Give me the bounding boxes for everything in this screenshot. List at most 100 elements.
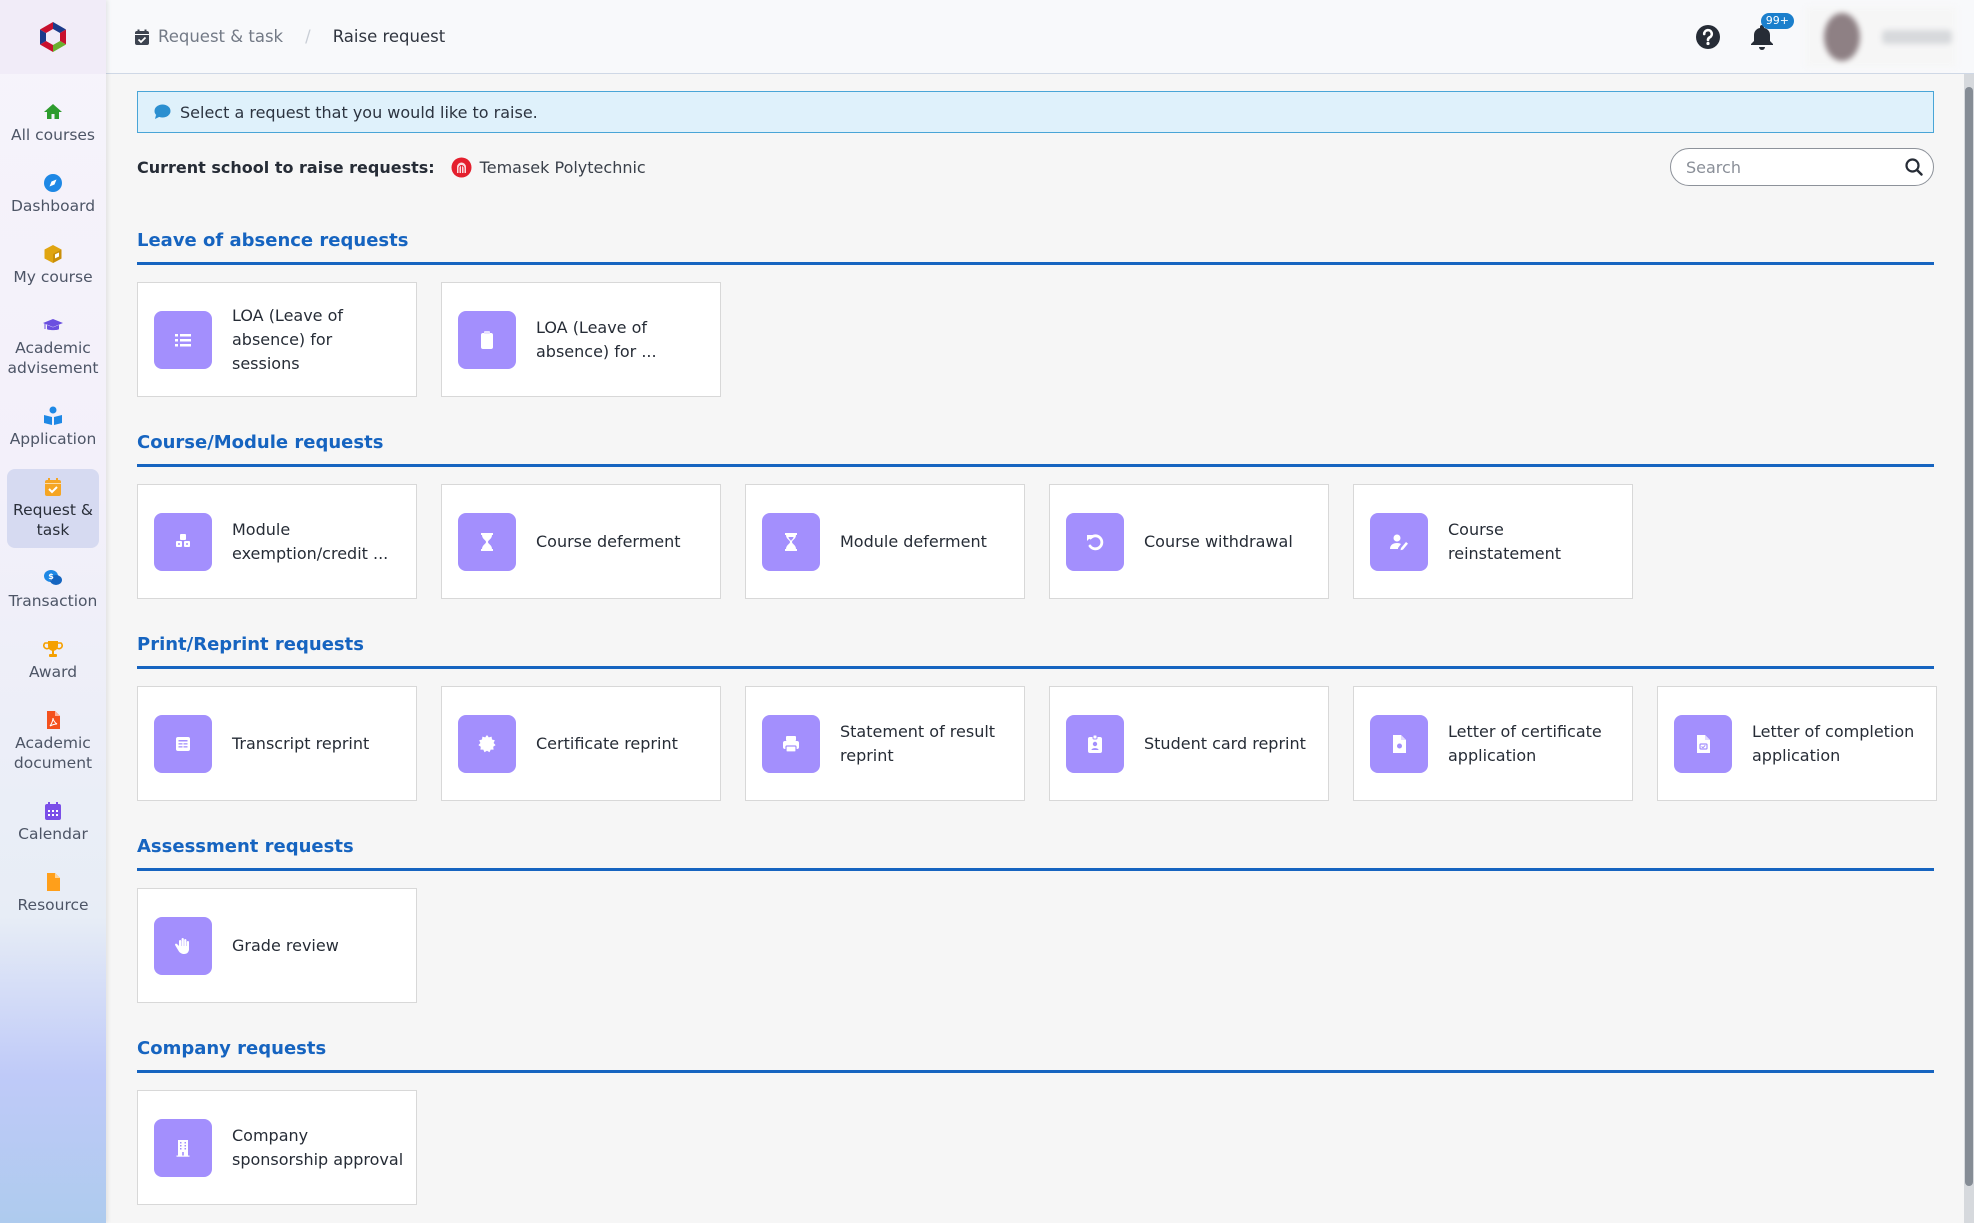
pdf-file-icon (7, 710, 99, 730)
request-cards: Company sponsorship approval (137, 1090, 417, 1205)
request-card-course-withdrawal[interactable]: Course withdrawal (1049, 484, 1329, 599)
current-school-label: Current school to raise requests: (137, 157, 435, 177)
notifications-button[interactable]: 99+ (1746, 12, 1794, 53)
sidebar-item-request-task[interactable]: Request & task (7, 469, 99, 548)
card-label: Company sponsorship approval (232, 1125, 404, 1169)
sidebar-item-label: My course (13, 268, 93, 286)
building-icon (154, 1118, 212, 1177)
sidebar-item-label: Resource (17, 896, 89, 914)
sidebar-item-dashboard[interactable]: Dashboard (7, 165, 99, 224)
request-cards: Module exemption/credit ... Course defer… (137, 484, 1633, 599)
home-icon (7, 102, 99, 122)
breadcrumb-parent[interactable]: Request & task (158, 27, 283, 46)
request-card-loa-sessions[interactable]: LOA (Leave of absence) for sessions (137, 282, 417, 397)
section-print-reprint: Print/Reprint requests Transcript reprin… (137, 633, 1937, 801)
sidebar-item-all-courses[interactable]: All courses (7, 94, 99, 153)
sidebar-item-label: Academic advisement (7, 339, 99, 377)
request-cards: LOA (Leave of absence) for sessions LOA … (137, 282, 721, 397)
reader-icon (7, 406, 99, 426)
sidebar-item-transaction[interactable]: $ Transaction (7, 560, 99, 619)
card-label: Module exemption/credit ... (232, 519, 389, 563)
request-card-loa-other[interactable]: LOA (Leave of absence) for ... (441, 282, 721, 397)
request-card-module-deferment[interactable]: Module deferment (745, 484, 1025, 599)
card-label: Module deferment (840, 531, 987, 551)
trophy-icon (7, 639, 99, 659)
section-divider (137, 1070, 1934, 1073)
card-label: Grade review (232, 935, 339, 955)
card-label: Course deferment (536, 531, 681, 551)
card-label: Statement of result reprint (840, 721, 996, 765)
breadcrumb-current: Raise request (332, 27, 446, 46)
request-card-course-reinstatement[interactable]: Course reinstatement (1353, 484, 1633, 599)
sidebar-item-label: Request & task (13, 501, 93, 539)
sidebar-item-application[interactable]: Application (7, 398, 99, 457)
sidebar-item-my-course[interactable]: My course (7, 236, 99, 295)
certificate-icon (458, 714, 516, 773)
list-icon (154, 310, 212, 369)
sidebar-item-label: Calendar (18, 825, 88, 843)
sidebar-item-resource[interactable]: Resource (7, 864, 99, 923)
card-label: LOA (Leave of absence) for ... (536, 317, 657, 361)
section-title: Course/Module requests (137, 432, 384, 453)
sidebar-item-academic-document[interactable]: Academic document (7, 702, 99, 781)
request-card-letter-of-completion[interactable]: Letter of completion application (1657, 686, 1937, 801)
request-card-grade-review[interactable]: Grade review (137, 888, 417, 1003)
sidebar-item-academic-advisement[interactable]: Academic advisement (7, 307, 99, 386)
section-title: Print/Reprint requests (137, 634, 364, 655)
hand-icon (154, 916, 212, 975)
calendar-check-icon (7, 477, 99, 497)
card-label: LOA (Leave of absence) for sessions (232, 305, 344, 373)
undo-icon (1066, 512, 1124, 571)
card-label: Course reinstatement (1448, 519, 1562, 563)
section-divider (137, 262, 1934, 265)
request-cards: Transcript reprint Certificate reprint S… (137, 686, 1937, 801)
current-school-name[interactable]: Temasek Polytechnic (480, 158, 646, 177)
sidebar-item-calendar[interactable]: Calendar (7, 793, 99, 852)
help-button[interactable] (1692, 21, 1724, 53)
section-leave-of-absence: Leave of absence requests LOA (Leave of … (137, 229, 1934, 397)
card-label: Certificate reprint (536, 733, 678, 753)
card-label: Letter of certificate application (1448, 721, 1602, 765)
user-edit-icon (1370, 512, 1428, 571)
calendar-check-icon (135, 29, 149, 45)
sidebar-item-award[interactable]: Award (7, 631, 99, 690)
search-icon[interactable] (1905, 158, 1923, 176)
request-card-student-card-reprint[interactable]: Student card reprint (1049, 686, 1329, 801)
search-input[interactable] (1686, 157, 1905, 177)
sidebar-item-label: All courses (10, 126, 96, 144)
request-cards: Grade review (137, 888, 417, 1003)
user-menu[interactable] (1806, 6, 1956, 67)
cubes-icon (154, 512, 212, 571)
help-icon (1696, 24, 1720, 49)
vertical-scrollbar[interactable] (1964, 74, 1974, 1223)
main-content: Select a request that you would like to … (106, 74, 1956, 1223)
section-divider (137, 666, 1934, 669)
section-divider (137, 464, 1934, 467)
document-list-icon (154, 714, 212, 773)
box-icon (7, 244, 99, 264)
request-card-module-exemption[interactable]: Module exemption/credit ... (137, 484, 417, 599)
request-card-company-sponsorship[interactable]: Company sponsorship approval (137, 1090, 417, 1205)
request-card-transcript-reprint[interactable]: Transcript reprint (137, 686, 417, 801)
app-logo[interactable] (37, 20, 69, 54)
sidebar-item-label: Award (28, 663, 78, 681)
top-header: Request & task / Raise request 99+ (106, 0, 1974, 74)
sidebar-item-label: Dashboard (10, 197, 96, 215)
request-card-letter-of-certificate[interactable]: Letter of certificate application (1353, 686, 1633, 801)
avatar (1824, 12, 1860, 61)
header-actions: 99+ (1692, 6, 1956, 67)
request-card-certificate-reprint[interactable]: Certificate reprint (441, 686, 721, 801)
logo-area (0, 0, 106, 74)
print-icon (762, 714, 820, 773)
hourglass-half-icon (762, 512, 820, 571)
scrollbar-thumb[interactable] (1965, 87, 1973, 1186)
section-course-module: Course/Module requests Module exemption/… (137, 431, 1934, 599)
section-company: Company requests Company sponsorship app… (137, 1037, 1934, 1205)
sidebar-item-label: Transaction (8, 592, 98, 610)
user-name-blurred (1882, 29, 1952, 44)
request-card-statement-of-result-reprint[interactable]: Statement of result reprint (745, 686, 1025, 801)
card-label: Transcript reprint (232, 733, 370, 753)
request-card-course-deferment[interactable]: Course deferment (441, 484, 721, 599)
comment-icon (154, 104, 171, 119)
breadcrumb: Request & task / Raise request (134, 27, 445, 46)
